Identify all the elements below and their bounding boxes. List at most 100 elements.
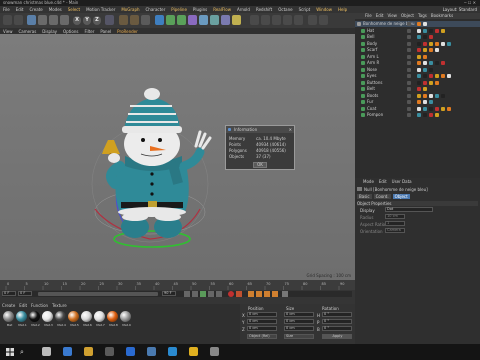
material-tag-icon[interactable] <box>435 74 439 78</box>
cube-icon[interactable] <box>155 15 164 25</box>
material-swatch[interactable] <box>68 311 79 322</box>
subtab-basic[interactable]: Basic <box>357 194 372 199</box>
material-tag-icon[interactable] <box>423 35 427 39</box>
object-name[interactable]: Fur <box>367 99 373 105</box>
viewport-menu-filter[interactable]: Filter <box>81 29 97 34</box>
am-menu-mode[interactable]: Mode <box>363 179 374 184</box>
object-name[interactable]: Nose <box>367 67 377 73</box>
om-menu-view[interactable]: View <box>387 13 397 19</box>
menu-create[interactable]: Create <box>26 7 45 12</box>
material-swatch[interactable] <box>42 311 53 322</box>
material-tag-icon[interactable] <box>441 74 445 78</box>
menu-script[interactable]: Script <box>296 7 314 12</box>
render-picture-viewer-icon[interactable] <box>130 15 139 25</box>
object-name[interactable]: Boots <box>367 93 378 99</box>
goto-end-icon[interactable] <box>216 291 222 297</box>
material-swatch[interactable] <box>16 311 27 322</box>
material-tag-icon[interactable] <box>417 87 421 91</box>
menu-pipeline[interactable]: Pipeline <box>168 7 190 12</box>
size-mode-select[interactable]: Size <box>284 334 314 339</box>
deformer-icon[interactable] <box>199 15 208 25</box>
record-icon[interactable] <box>228 291 234 297</box>
store-icon[interactable] <box>105 347 114 356</box>
om-menu-object[interactable]: Object <box>401 13 414 19</box>
menu-plugins[interactable]: Plugins <box>190 7 210 12</box>
material-tag-icon[interactable] <box>417 74 421 78</box>
material-tag-icon[interactable] <box>435 113 439 117</box>
prev-frame-icon[interactable] <box>192 291 198 297</box>
key-param-icon[interactable] <box>272 291 278 297</box>
material-tag-icon[interactable] <box>435 93 439 98</box>
material-tag-icon[interactable] <box>429 35 433 39</box>
x-axis-toggle[interactable]: X <box>73 16 81 25</box>
3d-viewport[interactable]: Information ✕ Memory ca. 10.4 Mbyte Poin… <box>0 34 355 280</box>
viewport-menu-cameras[interactable]: Cameras <box>16 29 40 34</box>
material-tag-icon[interactable] <box>417 48 421 52</box>
search-icon[interactable]: ⌕ <box>20 347 30 357</box>
material-tag-icon[interactable] <box>417 28 421 33</box>
material-tag-icon[interactable] <box>417 61 421 65</box>
object-row[interactable]: Buttons <box>355 80 480 86</box>
object-row[interactable]: Eyes <box>355 73 480 79</box>
material-tag-icon[interactable] <box>429 48 433 52</box>
object-row[interactable]: Boots <box>355 93 480 99</box>
dialog-close-icon[interactable]: ✕ <box>289 126 292 133</box>
size-x-field[interactable]: 0 cm <box>284 312 314 317</box>
next-frame-icon[interactable] <box>208 291 214 297</box>
material-tag-icon[interactable] <box>441 41 445 46</box>
visibility-toggle[interactable] <box>407 74 411 78</box>
material-tag-icon[interactable] <box>423 22 427 26</box>
visibility-toggle[interactable] <box>407 87 411 91</box>
size-z-field[interactable]: 0 cm <box>284 326 314 331</box>
edges-mode-icon[interactable] <box>283 15 292 25</box>
subtab-object[interactable]: Object <box>392 194 410 199</box>
edge-icon[interactable] <box>63 347 72 356</box>
object-row[interactable]: Scarf <box>355 47 480 53</box>
material-tag-icon[interactable] <box>423 61 427 65</box>
range-slider[interactable] <box>38 292 158 296</box>
material-tag-icon[interactable] <box>435 48 439 52</box>
material-tag-icon[interactable] <box>429 61 433 65</box>
material-swatch[interactable] <box>107 311 118 322</box>
live-select-icon[interactable] <box>27 15 36 25</box>
material-tag-icon[interactable] <box>423 67 427 72</box>
material-tag-icon[interactable] <box>417 93 421 98</box>
material-tag-icon[interactable] <box>429 93 433 98</box>
material-tag-icon[interactable] <box>417 35 421 39</box>
object-name[interactable]: Scarf <box>367 47 377 53</box>
position-z-field[interactable]: 0 cm <box>247 326 277 331</box>
object-name[interactable]: Hat <box>367 28 374 34</box>
material-tag-icon[interactable] <box>423 113 427 117</box>
layout-selector[interactable]: Layout: Standard <box>440 7 480 12</box>
object-name[interactable]: Bell <box>367 34 374 40</box>
material-item[interactable]: Mat.5 <box>68 308 80 330</box>
rotation-h-field[interactable]: 0 ° <box>322 312 352 317</box>
material-tag-icon[interactable] <box>435 106 439 111</box>
object-name[interactable]: Arm R <box>367 60 379 66</box>
material-tag-icon[interactable] <box>435 28 439 33</box>
material-tag-icon[interactable] <box>441 106 445 111</box>
rotation-b-field[interactable]: 0 ° <box>322 326 352 331</box>
prop-radius-field[interactable]: 10 cm <box>385 214 405 219</box>
object-name[interactable]: Coat <box>367 106 376 112</box>
folder-icon[interactable] <box>84 347 93 356</box>
material-tag-icon[interactable] <box>429 113 433 117</box>
app-icon[interactable] <box>210 347 219 356</box>
material-swatch[interactable] <box>120 311 131 322</box>
material-tag-icon[interactable] <box>441 28 445 33</box>
material-tag-icon[interactable] <box>429 80 433 85</box>
apply-button[interactable]: Apply <box>322 334 352 339</box>
current-frame-field[interactable]: 0 F <box>18 291 32 296</box>
material-tag-icon[interactable] <box>417 113 421 117</box>
material-tag-icon[interactable] <box>423 28 427 33</box>
subdivision-icon[interactable] <box>177 15 186 25</box>
z-axis-toggle[interactable]: Z <box>93 16 101 25</box>
object-row[interactable]: Coat <box>355 106 480 112</box>
timeline-settings-icon[interactable] <box>282 291 288 297</box>
object-row[interactable]: Nose <box>355 67 480 73</box>
menu-window[interactable]: Window <box>313 7 335 12</box>
play-icon[interactable] <box>200 291 206 297</box>
object-row[interactable]: Hat <box>355 28 480 34</box>
material-tag-icon[interactable] <box>417 67 421 72</box>
menu-modes[interactable]: Modes <box>46 7 65 12</box>
